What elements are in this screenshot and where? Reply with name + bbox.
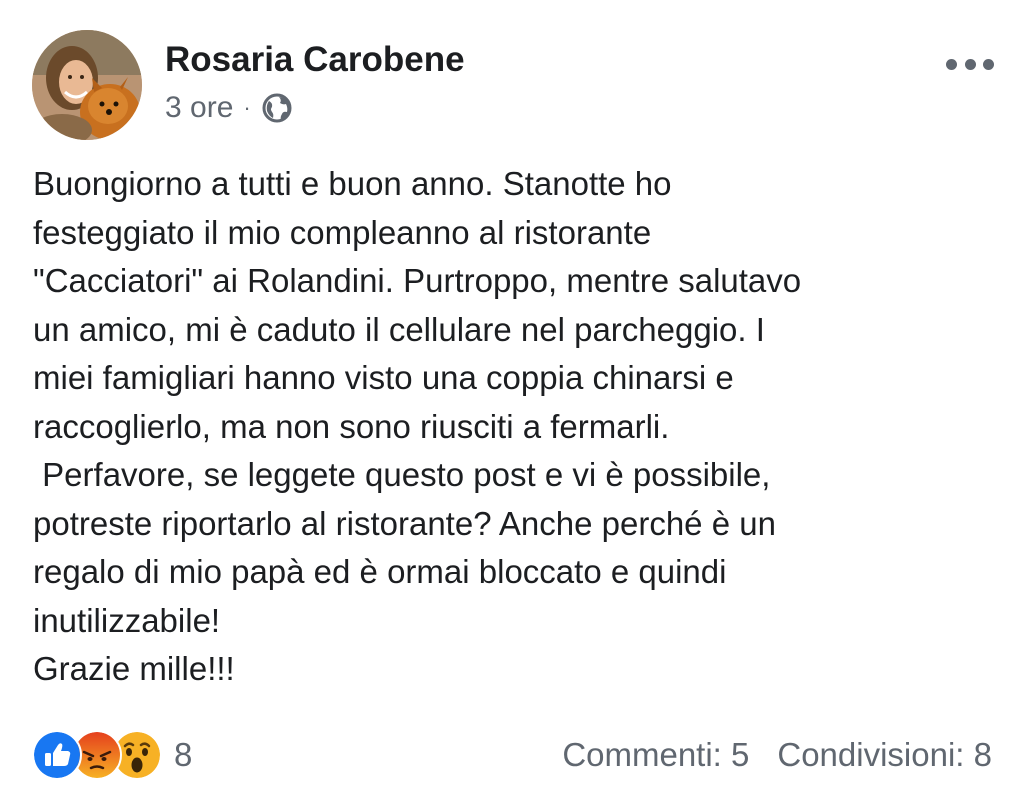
reactions-summary[interactable]: 8 — [32, 730, 192, 780]
post-footer: 8 Commenti: 5 Condivisioni: 8 — [32, 730, 992, 780]
post-text-line: festeggiato il mio compleanno al ristora… — [33, 213, 652, 251]
globe-icon[interactable] — [261, 92, 293, 124]
post-text-line: un amico, mi è caduto il cellulare nel p… — [33, 310, 765, 348]
like-icon — [32, 730, 82, 780]
more-horizontal-icon-dot — [964, 58, 976, 70]
post-text-line: "Cacciatori" ai Rolandini. Purtroppo, me… — [33, 262, 802, 299]
author-avatar[interactable] — [32, 30, 142, 140]
post-text-line: Buongiorno a tutti e buon anno. Stanotte… — [33, 165, 672, 202]
post-body: Buongiorno a tutti e buon anno. Stanotte… — [33, 160, 993, 694]
engagement-counts: Commenti: 5 Condivisioni: 8 — [562, 736, 992, 774]
post-text-line: Grazie mille!!! — [33, 650, 235, 687]
facebook-post: Rosaria Carobene 3 ore · Buongiorno a tu… — [0, 0, 1024, 806]
post-text-line: regalo di mio papà ed è ormai bloccato e… — [33, 553, 727, 590]
shares-count-link[interactable]: Condivisioni: 8 — [777, 736, 992, 774]
post-text-line: potreste riportarlo al ristorante? Anche… — [33, 504, 776, 542]
more-options-button[interactable] — [946, 46, 994, 82]
meta-separator: · — [243, 95, 251, 120]
comments-count-link[interactable]: Commenti: 5 — [562, 736, 749, 774]
author-name[interactable]: Rosaria Carobene — [165, 40, 465, 80]
more-horizontal-icon-dot — [983, 58, 994, 70]
post-text-line: miei famigliari hanno visto una coppia c… — [33, 359, 734, 396]
post-text-line: Perfavore, se leggete questo post e vi è… — [33, 456, 771, 493]
post-text-line: raccoglierlo, ma non sono riusciti a fer… — [33, 407, 670, 445]
post-meta: 3 ore · — [165, 90, 293, 126]
reaction-count: 8 — [174, 736, 193, 773]
more-horizontal-icon-dot — [946, 58, 957, 70]
post-timestamp[interactable]: 3 ore — [165, 91, 233, 125]
post-text-line: inutilizzabile! — [33, 601, 221, 639]
avatar-photo — [32, 30, 142, 140]
